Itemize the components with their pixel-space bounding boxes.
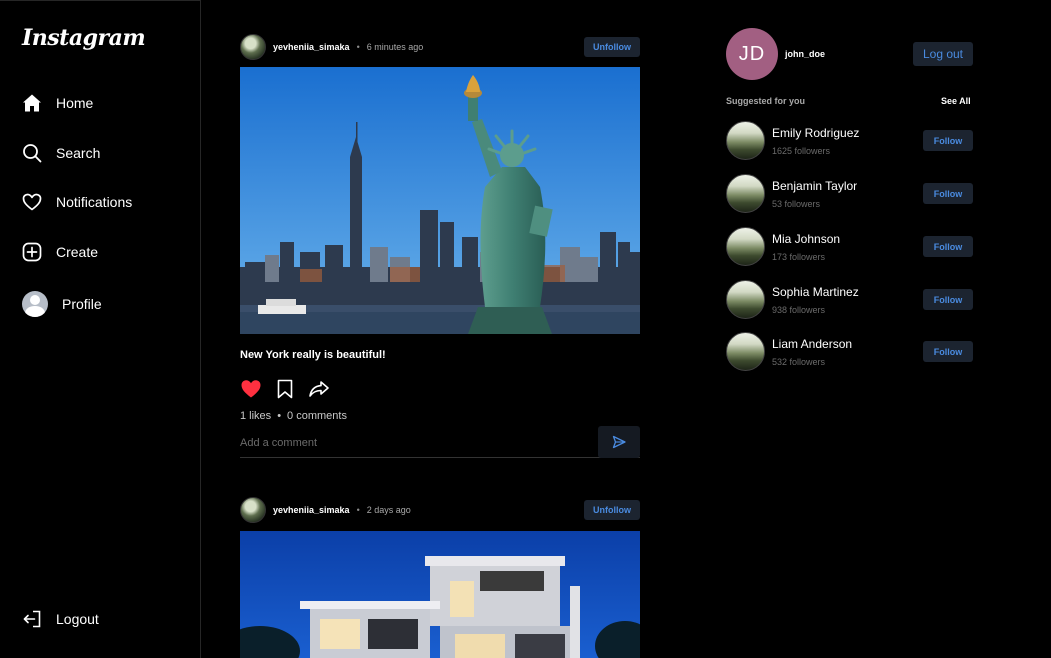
sidebar-item-label: Profile (62, 296, 102, 312)
post-author-avatar[interactable] (240, 34, 266, 60)
suggested-user: Mia Johnson 173 followers Follow (726, 227, 973, 267)
like-icon[interactable] (240, 378, 262, 405)
comment-box (240, 425, 640, 458)
sidebar-item-create[interactable]: Create (22, 242, 98, 262)
logout-button[interactable]: Logout (22, 609, 99, 629)
suggested-user-name[interactable]: Sophia Martinez (772, 285, 859, 299)
likes-count[interactable]: 1 likes (240, 410, 271, 422)
follow-button[interactable]: Follow (923, 341, 973, 362)
current-user-username[interactable]: john_doe (785, 49, 825, 59)
suggested-user-avatar[interactable] (726, 174, 765, 213)
unfollow-button[interactable]: Unfollow (584, 500, 640, 520)
post-author-avatar[interactable] (240, 497, 266, 523)
sidebar-item-label: Home (56, 95, 94, 111)
suggested-user-followers: 1625 followers (772, 146, 831, 156)
avatar-icon (22, 291, 48, 317)
suggested-user-avatar[interactable] (726, 227, 765, 266)
sidebar-item-label: Notifications (56, 194, 133, 210)
post-author-username[interactable]: yevheniia_simaka (273, 42, 350, 52)
suggested-user-followers: 173 followers (772, 252, 826, 262)
bookmark-icon[interactable] (274, 378, 296, 405)
post-timestamp: 6 minutes ago (366, 42, 424, 52)
suggested-user-avatar[interactable] (726, 332, 765, 371)
share-icon[interactable] (308, 378, 330, 405)
separator-dot: • (356, 505, 360, 515)
suggested-user: Liam Anderson 532 followers Follow (726, 332, 973, 372)
follow-button[interactable]: Follow (923, 130, 973, 151)
home-icon (22, 93, 42, 113)
post-image[interactable] (240, 67, 640, 334)
log-out-button[interactable]: Log out (913, 42, 973, 66)
sidebar-item-label: Search (56, 145, 101, 161)
logout-icon (22, 609, 42, 629)
post-timestamp: 2 days ago (366, 505, 411, 515)
post-stats: 1 likes • 0 comments (240, 410, 347, 422)
suggested-user: Sophia Martinez 938 followers Follow (726, 280, 973, 320)
suggested-user-name[interactable]: Mia Johnson (772, 232, 840, 246)
suggested-user-followers: 938 followers (772, 305, 826, 315)
plus-square-icon (22, 242, 42, 262)
follow-button[interactable]: Follow (923, 236, 973, 257)
post-actions (240, 378, 330, 405)
suggested-user-name[interactable]: Emily Rodriguez (772, 126, 859, 140)
suggested-user: Emily Rodriguez 1625 followers Follow (726, 121, 973, 161)
sidebar-item-search[interactable]: Search (22, 143, 100, 163)
current-user-avatar[interactable]: JD (726, 28, 778, 80)
post-caption: New York really is beautiful! (240, 349, 386, 361)
logout-label: Logout (56, 611, 99, 627)
suggested-user: Benjamin Taylor 53 followers Follow (726, 174, 973, 214)
follow-button[interactable]: Follow (923, 183, 973, 204)
suggested-user-avatar[interactable] (726, 280, 765, 319)
post-header: yevheniia_simaka • 6 minutes ago Unfollo… (240, 33, 640, 61)
heart-icon (22, 192, 42, 212)
send-comment-button[interactable] (598, 425, 640, 458)
suggested-user-followers: 53 followers (772, 199, 821, 209)
sidebar: Instagram Home Search Notifications Crea… (0, 0, 201, 658)
post-header: yevheniia_simaka • 2 days ago Unfollow (240, 496, 640, 524)
comment-input[interactable] (240, 434, 598, 449)
suggested-user-avatar[interactable] (726, 121, 765, 160)
instagram-logo[interactable]: Instagram (22, 25, 146, 51)
post-image[interactable] (240, 531, 640, 658)
see-all-link[interactable]: See All (941, 96, 971, 106)
follow-button[interactable]: Follow (923, 289, 973, 310)
separator-dot: • (277, 410, 282, 422)
sidebar-item-home[interactable]: Home (22, 93, 93, 113)
unfollow-button[interactable]: Unfollow (584, 37, 640, 57)
suggested-user-followers: 532 followers (772, 357, 826, 367)
suggestions-title: Suggested for you (726, 96, 806, 106)
sidebar-item-profile[interactable]: Profile (22, 291, 102, 317)
sidebar-item-notifications[interactable]: Notifications (22, 192, 132, 212)
post-author-username[interactable]: yevheniia_simaka (273, 505, 350, 515)
search-icon (22, 143, 42, 163)
send-icon (612, 435, 626, 448)
comments-count[interactable]: 0 comments (287, 410, 347, 422)
suggested-user-name[interactable]: Liam Anderson (772, 337, 852, 351)
sidebar-item-label: Create (56, 244, 99, 260)
suggested-user-name[interactable]: Benjamin Taylor (772, 179, 857, 193)
separator-dot: • (356, 42, 360, 52)
